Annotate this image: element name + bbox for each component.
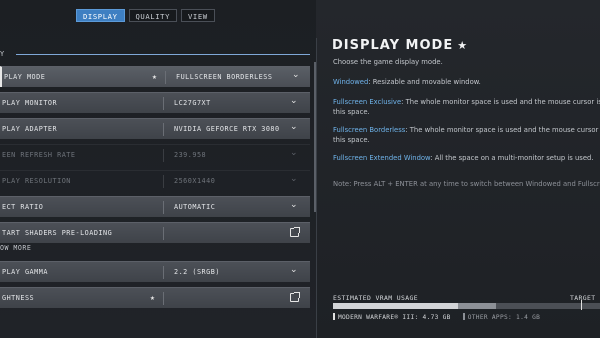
- chevron-down-icon[interactable]: ⌄: [290, 265, 298, 275]
- vram-target-marker: [581, 300, 582, 310]
- vram-usage-label: ESTIMATED VRAM USAGE: [333, 294, 418, 302]
- setting-row: PLAY RESOLUTION 2560X1440 ⌄: [0, 170, 310, 191]
- chevron-down-icon: ⌄: [290, 174, 299, 184]
- panel-divider: [316, 38, 317, 338]
- setting-row[interactable]: ECT RATIO AUTOMATIC ⌄: [0, 196, 310, 217]
- chevron-down-icon[interactable]: ⌄: [290, 96, 298, 106]
- setting-label: EEN REFRESH RATE: [2, 151, 76, 159]
- option-name: Windowed: [333, 78, 369, 86]
- option-name: Fullscreen Exclusive: [333, 98, 402, 106]
- vram-other-label: OTHER APPS: 1.4 GB: [467, 314, 541, 321]
- tab-quality[interactable]: QUALITY: [128, 9, 177, 22]
- vram-usage-bar: [333, 303, 600, 309]
- option-desc: : Resizable and movable window.: [368, 78, 481, 86]
- other-swatch: [462, 313, 465, 320]
- section-label: Y: [0, 50, 5, 58]
- chevron-down-icon[interactable]: ⌄: [290, 122, 298, 132]
- setting-label: ECT RATIO: [2, 203, 44, 211]
- setting-row[interactable]: PLAY GAMMA 2.2 (SRGB) ⌄: [0, 261, 310, 282]
- value-separator: [163, 175, 164, 188]
- setting-row: EEN REFRESH RATE 239.958 ⌄: [0, 144, 310, 165]
- setting-value: 2560X1440: [174, 177, 216, 185]
- open-external-icon[interactable]: [290, 227, 300, 237]
- vram-other-fill: [458, 303, 496, 309]
- value-separator: [163, 266, 164, 279]
- setting-label: TART SHADERS PRE-LOADING: [2, 229, 113, 237]
- show-more-link[interactable]: OW MORE: [0, 244, 31, 252]
- value-separator: [163, 201, 164, 214]
- settings-tabs: DISPLAY QUALITY VIEW: [76, 9, 215, 22]
- vram-game-fill: [333, 303, 459, 309]
- setting-label: PLAY GAMMA: [2, 268, 48, 276]
- vram-target-label: TARGET: [570, 294, 596, 302]
- tab-display[interactable]: DISPLAY: [76, 9, 125, 22]
- setting-value: 239.958: [174, 151, 207, 159]
- section-header: Y: [0, 50, 310, 60]
- setting-value: AUTOMATIC: [174, 203, 216, 211]
- chevron-down-icon[interactable]: ⌄: [292, 70, 300, 80]
- favorite-star-icon: ★: [150, 293, 156, 302]
- option-desc: : The whole monitor space is used and th…: [405, 126, 600, 134]
- setting-value: NVIDIA GEFORCE RTX 3080: [174, 125, 280, 133]
- value-separator: [163, 123, 164, 136]
- option-name: Fullscreen Extended Window: [333, 154, 431, 162]
- option-name: Fullscreen Borderless: [333, 126, 406, 134]
- setting-row[interactable]: TART SHADERS PRE-LOADING: [0, 222, 310, 243]
- vram-game-label: MODERN WARFARE® III: 4.73 GB: [338, 314, 451, 321]
- value-separator: [163, 227, 164, 240]
- setting-row[interactable]: PLAY MODE ★ FULLSCREEN BORDERLESS ⌄: [0, 66, 310, 87]
- setting-row[interactable]: PLAY ADAPTER NVIDIA GEFORCE RTX 3080 ⌄: [0, 118, 310, 139]
- value-separator: [163, 292, 164, 305]
- setting-row[interactable]: GHTNESS ★: [0, 287, 310, 308]
- setting-label: PLAY ADAPTER: [2, 125, 58, 133]
- setting-row[interactable]: PLAY MONITOR LC27G7XT ⌄: [0, 92, 310, 113]
- option-fullscreen-exclusive: Fullscreen Exclusive: The whole monitor …: [333, 97, 600, 117]
- chevron-down-icon[interactable]: ⌄: [290, 200, 298, 210]
- option-desc: : The whole monitor space is used and th…: [401, 98, 600, 106]
- option-windowed: Windowed: Resizable and movable window.: [333, 77, 600, 87]
- scrollbar[interactable]: [314, 62, 316, 212]
- open-external-icon[interactable]: [290, 292, 300, 302]
- option-fullscreen-borderless: Fullscreen Borderless: The whole monitor…: [333, 125, 600, 145]
- option-fullscreen-extended: Fullscreen Extended Window: All the spac…: [333, 153, 600, 163]
- chevron-down-icon: ⌄: [290, 148, 299, 158]
- setting-label: PLAY RESOLUTION: [2, 177, 71, 185]
- setting-value: LC27G7XT: [174, 99, 211, 107]
- option-desc-continued: this space.: [333, 136, 370, 144]
- setting-label: PLAY MONITOR: [2, 99, 58, 107]
- value-separator: [163, 149, 164, 162]
- setting-value: FULLSCREEN BORDERLESS: [176, 73, 273, 81]
- setting-label: PLAY MODE: [4, 73, 46, 81]
- favorite-star-icon: ★: [457, 39, 469, 52]
- detail-note: Note: Press ALT + ENTER at any time to s…: [333, 180, 600, 188]
- setting-label: GHTNESS: [2, 294, 35, 302]
- option-desc: : All the space on a multi-monitor setup…: [430, 154, 594, 162]
- section-underline: [16, 54, 310, 55]
- detail-title: DISPLAY MODE ★: [332, 38, 468, 53]
- vram-legend: MODERN WARFARE® III: 4.73 GB OTHER APPS:…: [333, 313, 540, 321]
- favorite-star-icon: ★: [152, 72, 158, 81]
- game-swatch: [333, 313, 335, 320]
- value-separator: [163, 97, 164, 110]
- detail-subtitle: Choose the game display mode.: [333, 58, 443, 66]
- setting-value: 2.2 (SRGB): [174, 268, 220, 276]
- detail-title-text: DISPLAY MODE: [332, 38, 454, 53]
- tab-view[interactable]: VIEW: [181, 9, 215, 22]
- option-desc-continued: this space.: [333, 108, 370, 116]
- value-separator: [165, 71, 166, 84]
